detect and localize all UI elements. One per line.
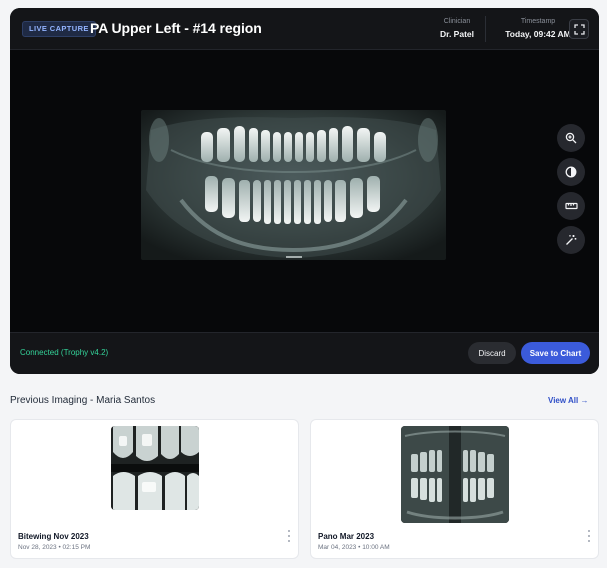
image-stage <box>10 50 599 332</box>
discard-button[interactable]: Discard <box>468 342 516 364</box>
measure-button[interactable] <box>557 192 585 220</box>
card-date: Nov 28, 2023 • 02:15 PM <box>18 544 91 551</box>
view-all-link[interactable]: View All → <box>548 396 588 405</box>
header-divider <box>485 16 486 42</box>
clinician-value: Dr. Patel <box>439 29 475 39</box>
imaging-card[interactable]: Bitewing Nov 2023 Nov 28, 2023 • 02:15 P… <box>10 419 299 559</box>
more-options-icon[interactable] <box>586 530 592 542</box>
contrast-icon <box>565 166 577 178</box>
connection-status: Connected (Trophy v4.2) <box>20 348 109 357</box>
previous-imaging-title: Previous Imaging - Maria Santos <box>10 395 156 406</box>
bitewing-thumbnail <box>111 426 199 510</box>
card-date: Mar 04, 2023 • 10:00 AM <box>318 544 390 551</box>
enhance-button[interactable] <box>557 226 585 254</box>
imaging-card[interactable]: Pano Mar 2023 Mar 04, 2023 • 10:00 AM <box>310 419 599 559</box>
viewer-header: LIVE CAPTURE PA Upper Left - #14 region … <box>10 8 599 50</box>
live-capture-badge: LIVE CAPTURE <box>22 21 96 37</box>
fullscreen-icon <box>573 23 585 35</box>
zoom-in-button[interactable] <box>557 124 585 152</box>
pano-thumbnail <box>401 426 509 523</box>
viewer-footer: Connected (Trophy v4.2) Discard Save to … <box>10 332 599 374</box>
clinician-info: Clinician Dr. Patel <box>424 18 490 39</box>
zoom-in-icon <box>565 132 577 144</box>
more-options-icon[interactable] <box>286 530 292 542</box>
panoramic-xray-image[interactable] <box>141 110 446 260</box>
card-title: Bitewing Nov 2023 <box>18 532 89 541</box>
ruler-icon <box>564 202 578 210</box>
clinician-label: Clinician <box>443 18 471 25</box>
fullscreen-button[interactable] <box>569 19 589 39</box>
viewer-title: PA Upper Left - #14 region <box>90 20 262 36</box>
magic-wand-icon <box>566 235 577 245</box>
card-title: Pano Mar 2023 <box>318 532 375 541</box>
contrast-button[interactable] <box>557 158 585 186</box>
save-to-chart-button[interactable]: Save to Chart <box>521 342 590 364</box>
capture-viewer: LIVE CAPTURE PA Upper Left - #14 region … <box>10 8 599 374</box>
